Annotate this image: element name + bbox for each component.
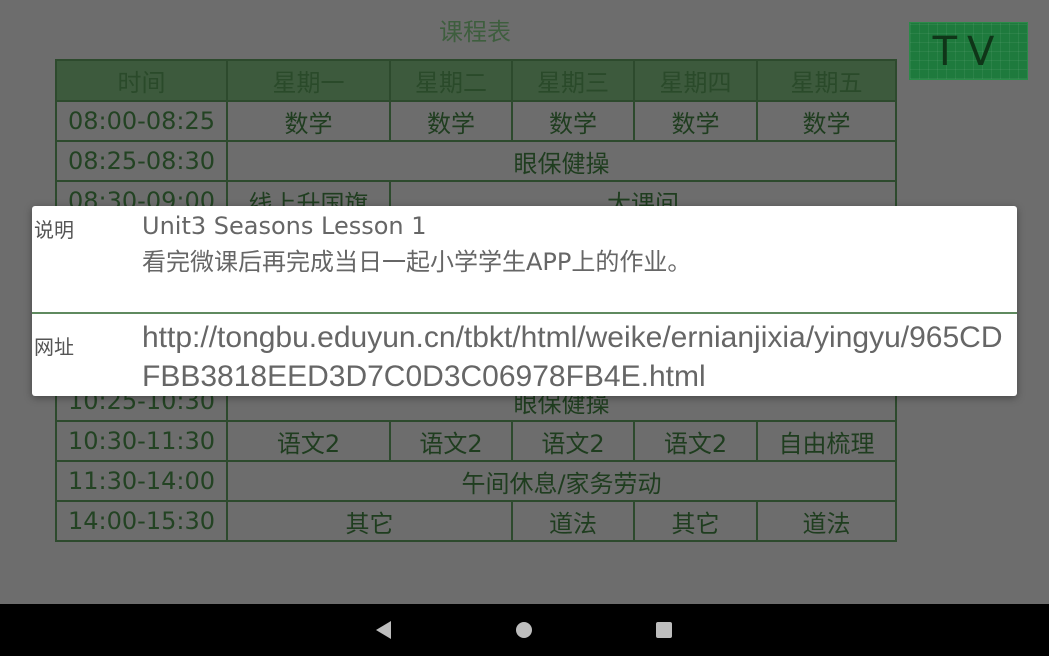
class-cell[interactable]: 其它 xyxy=(633,500,758,542)
recents-square-icon[interactable] xyxy=(656,622,672,638)
header-wednesday: 星期三 xyxy=(511,59,635,102)
table-row: 10:30-11:30 语文2 语文2 语文2 语文2 自由梳理 xyxy=(55,420,897,462)
lesson-title: Unit3 Seasons Lesson 1 xyxy=(142,212,427,240)
class-cell[interactable]: 数学 xyxy=(511,100,635,142)
class-cell[interactable]: 道法 xyxy=(511,500,635,542)
class-cell[interactable]: 语文2 xyxy=(511,420,635,462)
header-row: 时间 星期一 星期二 星期三 星期四 星期五 xyxy=(55,59,897,102)
class-cell[interactable]: 语文2 xyxy=(226,420,391,462)
class-cell[interactable]: 语文2 xyxy=(633,420,758,462)
description-label: 说明 xyxy=(34,218,74,242)
header-monday: 星期一 xyxy=(226,59,391,102)
class-cell[interactable]: 数学 xyxy=(756,100,897,142)
lesson-instructions: 看完微课后再完成当日一起小学学生APP上的作业。 xyxy=(142,248,692,276)
header-time: 时间 xyxy=(55,59,228,102)
class-cell-merged[interactable]: 午间休息/家务劳动 xyxy=(226,460,897,502)
table-row: 14:00-15:30 其它 道法 其它 道法 xyxy=(55,500,897,542)
tv-button[interactable]: TV xyxy=(909,22,1028,80)
class-cell-merged[interactable]: 其它 xyxy=(226,500,513,542)
class-cell[interactable]: 自由梳理 xyxy=(756,420,897,462)
url-label: 网址 xyxy=(34,335,74,359)
description-row: 说明 Unit3 Seasons Lesson 1 看完微课后再完成当日一起小学… xyxy=(32,206,1017,314)
header-friday: 星期五 xyxy=(756,59,897,102)
back-triangle-icon[interactable] xyxy=(376,621,391,639)
class-cell[interactable]: 数学 xyxy=(633,100,758,142)
time-cell: 11:30-14:00 xyxy=(55,460,228,502)
class-cell[interactable]: 道法 xyxy=(756,500,897,542)
home-circle-icon[interactable] xyxy=(516,622,532,638)
table-row: 08:25-08:30 眼保健操 xyxy=(55,140,897,182)
lesson-detail-dialog[interactable]: 说明 Unit3 Seasons Lesson 1 看完微课后再完成当日一起小学… xyxy=(32,206,1017,396)
time-cell: 14:00-15:30 xyxy=(55,500,228,542)
class-cell-merged[interactable]: 眼保健操 xyxy=(226,140,897,182)
url-row: 网址 http://tongbu.eduyun.cn/tbkt/html/wei… xyxy=(32,314,1017,396)
page-title: 课程表 xyxy=(439,18,511,46)
table-row: 08:00-08:25 数学 数学 数学 数学 数学 xyxy=(55,100,897,142)
time-cell: 10:30-11:30 xyxy=(55,420,228,462)
header-thursday: 星期四 xyxy=(633,59,758,102)
time-cell: 08:00-08:25 xyxy=(55,100,228,142)
table-row: 11:30-14:00 午间休息/家务劳动 xyxy=(55,460,897,502)
header-tuesday: 星期二 xyxy=(389,59,513,102)
class-cell[interactable]: 数学 xyxy=(389,100,513,142)
time-cell: 08:25-08:30 xyxy=(55,140,228,182)
class-cell[interactable]: 语文2 xyxy=(389,420,513,462)
lesson-url-link[interactable]: http://tongbu.eduyun.cn/tbkt/html/weike/… xyxy=(142,318,1014,396)
class-cell[interactable]: 数学 xyxy=(226,100,391,142)
